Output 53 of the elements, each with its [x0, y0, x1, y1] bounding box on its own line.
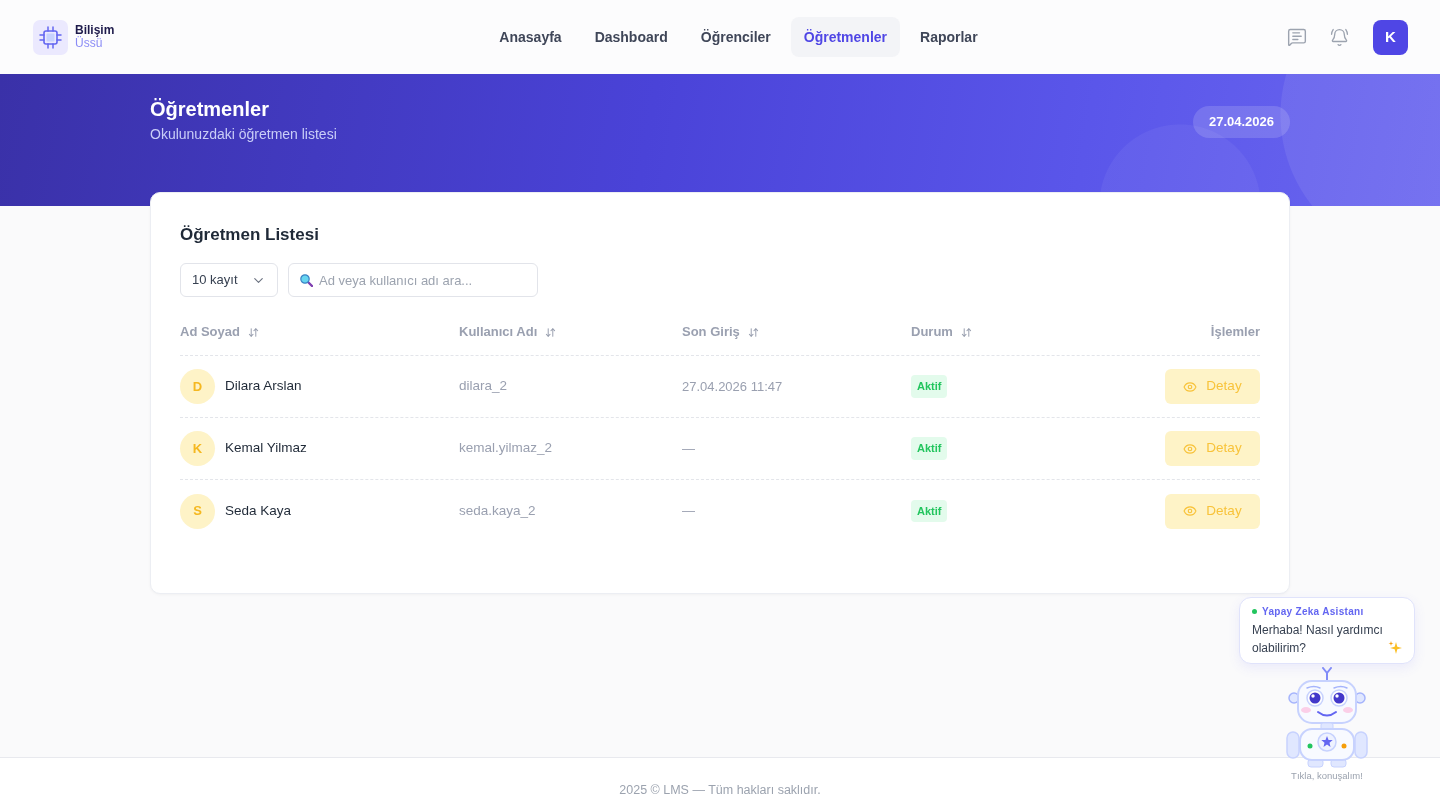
user-avatar[interactable]: K [1373, 19, 1408, 55]
teacher-name: Kemal Yilmaz [225, 439, 307, 458]
card-title: Öğretmen Listesi [180, 224, 320, 246]
page-subtitle: Okulunuzdaki öğretmen listesi [150, 125, 337, 143]
status-badge: Aktif [911, 437, 948, 460]
last-login-cell-text: — [682, 502, 695, 521]
nav-tab[interactable]: Öğrenciler [687, 17, 784, 57]
sort-icon[interactable] [545, 326, 557, 338]
status-badge: Aktif [911, 375, 948, 398]
page-title: Öğretmenler [150, 97, 270, 122]
sort-icon[interactable] [747, 326, 759, 338]
column-header: İşlemler [1210, 323, 1260, 342]
logo-title: Bilişim [75, 24, 115, 37]
search-icon [300, 274, 313, 287]
logo-subtitle: Üssü [75, 37, 103, 50]
teacher-name: Dilara Arslan [225, 377, 302, 396]
eye-icon [1183, 504, 1198, 518]
nav-tab[interactable]: Anasayfa [486, 17, 575, 57]
assistant-title: Yapay Zeka Asistanı [1262, 605, 1364, 618]
username-cell-text: kemal.yilmaz_2 [459, 439, 553, 458]
username-cell-text: seda.kaya_2 [459, 501, 536, 520]
notification-bell-icon[interactable] [1330, 27, 1349, 47]
assistant-message: Merhaba! Nasıl yardımcı olabilirim? [1252, 622, 1384, 657]
teacher-name: Seda Kaya [225, 501, 292, 520]
column-header: Durum [911, 323, 953, 342]
robot-caption: Tıkla, konuşalım! [1291, 770, 1363, 782]
user-avatar: D [180, 369, 215, 404]
nav-tab[interactable]: Öğretmenler [790, 17, 901, 57]
chip-logo-icon [33, 19, 68, 55]
last-login-cell-text: — [682, 439, 695, 458]
page-size-select[interactable]: 10 kayıt [180, 263, 278, 297]
username-cell-text: dilara_2 [459, 377, 508, 396]
sort-icon[interactable] [247, 326, 259, 338]
last-login-cell-text: 27.04.2026 11:47 [682, 377, 783, 396]
footer-text: 2025 © LMS — Tüm hakları saklıdır. [619, 782, 821, 800]
date-badge: 27.04.2026 [1192, 106, 1290, 138]
user-avatar: K [180, 431, 215, 466]
online-status-dot-icon [1252, 609, 1257, 614]
chat-icon[interactable] [1287, 27, 1307, 47]
sparkle-icon [1388, 641, 1402, 655]
search-field[interactable]: Ad veya kullanıcı adı ara... [288, 263, 538, 297]
eye-icon [1183, 441, 1198, 456]
nav-tab[interactable]: Raporlar [907, 17, 991, 57]
robot-drawing[interactable] [1285, 667, 1369, 769]
eye-icon [1183, 379, 1198, 394]
sort-icon[interactable] [960, 326, 972, 338]
user-avatar: S [180, 493, 215, 529]
column-header: Son Giriş [682, 323, 740, 342]
column-header: Kullanıcı Adı [459, 323, 538, 342]
nav-tab[interactable]: Dashboard [581, 17, 681, 57]
column-header: Ad Soyad [180, 323, 240, 342]
assistant-speech-bubble[interactable]: Yapay Zeka Asistanı Merhaba! Nasıl yardımcı olabilirim? [1239, 597, 1415, 664]
status-badge: Aktif [911, 499, 948, 523]
